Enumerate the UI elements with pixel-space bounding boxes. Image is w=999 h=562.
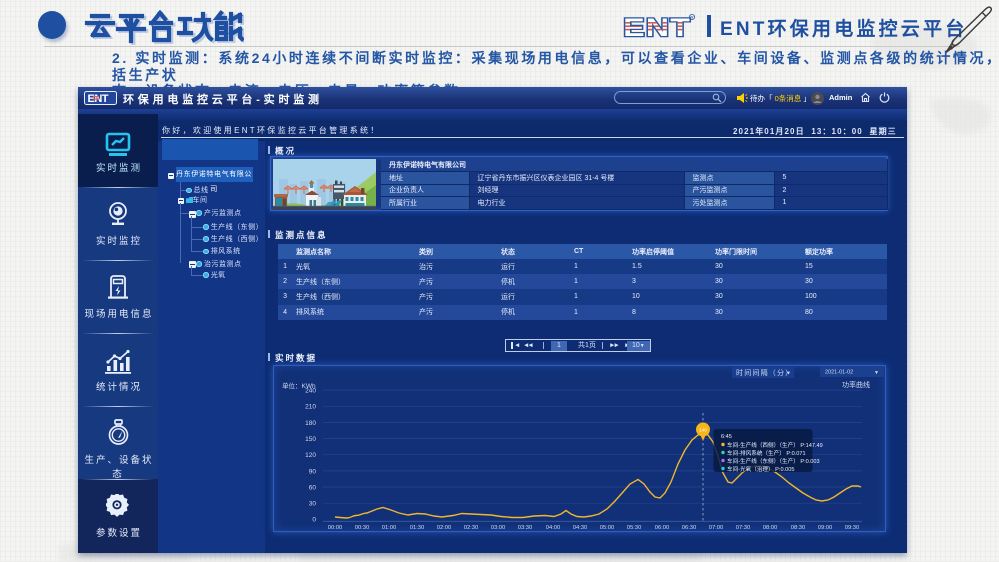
svg-text:09:00: 09:00 xyxy=(818,525,833,531)
svg-text:车间-光氧（治理） P:0.005: 车间-光氧（治理） P:0.005 xyxy=(727,465,794,473)
svg-text:03:30: 03:30 xyxy=(518,525,533,531)
svg-text:车间-生产线（东侧）（生产） P:0.003: 车间-生产线（东侧）（生产） P:0.003 xyxy=(727,457,820,465)
svg-text:▼: ▼ xyxy=(786,371,791,377)
svg-text:时间间隔（分）: 时间间隔（分） xyxy=(736,368,793,377)
svg-text:车间-排风系统（生产） P:0.071: 车间-排风系统（生产） P:0.071 xyxy=(727,449,806,457)
svg-text:00:30: 00:30 xyxy=(355,525,370,531)
svg-text:04:00: 04:00 xyxy=(546,525,561,531)
svg-text:02:30: 02:30 xyxy=(464,525,479,531)
svg-text:08:00: 08:00 xyxy=(763,525,778,531)
svg-text:6:45: 6:45 xyxy=(721,434,732,440)
svg-text:03:00: 03:00 xyxy=(491,525,506,531)
svg-text:0: 0 xyxy=(312,517,316,524)
svg-text:150: 150 xyxy=(305,436,316,443)
svg-text:240: 240 xyxy=(305,388,316,395)
svg-text:04:30: 04:30 xyxy=(573,525,588,531)
svg-text:07:00: 07:00 xyxy=(709,525,724,531)
svg-text:00:00: 00:00 xyxy=(328,525,343,531)
svg-text:08:30: 08:30 xyxy=(791,525,806,531)
svg-text:01:30: 01:30 xyxy=(410,525,425,531)
svg-text:90: 90 xyxy=(309,468,317,475)
svg-text:功率曲线: 功率曲线 xyxy=(842,380,870,389)
svg-text:车间-生产线（西侧）（生产） P:147.49: 车间-生产线（西侧）（生产） P:147.49 xyxy=(727,441,823,449)
svg-text:120: 120 xyxy=(305,452,316,459)
svg-text:05:30: 05:30 xyxy=(627,525,642,531)
svg-text:2021-01-02: 2021-01-02 xyxy=(825,370,853,376)
svg-text:07:30: 07:30 xyxy=(736,525,751,531)
svg-text:09:30: 09:30 xyxy=(845,525,860,531)
svg-text:06:30: 06:30 xyxy=(682,525,697,531)
svg-text:ENT: ENT xyxy=(623,14,690,41)
svg-text:05:00: 05:00 xyxy=(600,525,615,531)
svg-text:180: 180 xyxy=(305,420,316,427)
svg-text:01:00: 01:00 xyxy=(382,525,397,531)
svg-text:210: 210 xyxy=(305,404,316,411)
svg-text:06:00: 06:00 xyxy=(655,525,670,531)
svg-text:▼: ▼ xyxy=(874,370,879,376)
svg-text:30: 30 xyxy=(309,501,317,508)
svg-text:02:00: 02:00 xyxy=(437,525,452,531)
svg-text:140: 140 xyxy=(699,427,707,432)
svg-text:60: 60 xyxy=(309,484,317,491)
